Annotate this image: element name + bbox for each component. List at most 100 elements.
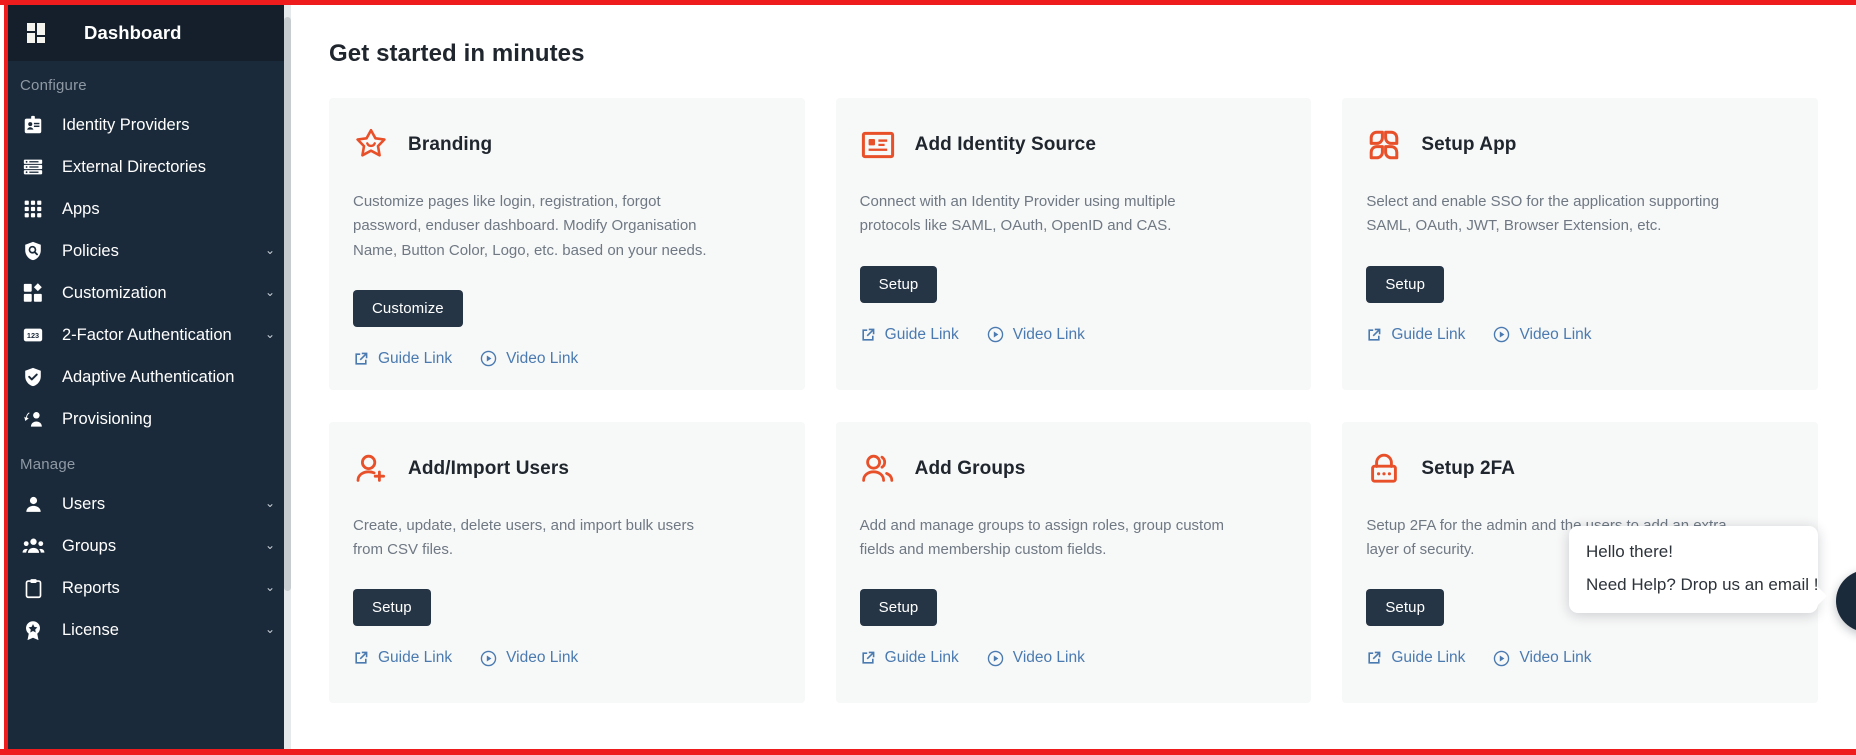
play-circle-icon [1493,650,1510,667]
setup-button[interactable]: Setup [353,589,431,627]
card-description: Add and manage groups to assign roles, g… [859,516,1225,559]
star-icon [353,127,389,163]
chat-greeting-line: Hello there! [1586,542,1673,561]
sidebar-item-label: Reports [62,578,120,597]
chat-prompt-line: Need Help? Drop us an email ! [1586,575,1819,594]
card-links: Guide Link Video Link [353,649,781,667]
card-links: Guide Link Video Link [353,350,781,368]
card-links: Guide Link Video Link [1366,649,1794,667]
sidebar-scrollbar-track[interactable] [284,5,291,749]
external-link-icon [353,650,369,666]
shield-search-icon [20,238,46,264]
play-circle-icon [480,650,497,667]
sidebar-item-label: License [62,620,119,639]
chevron-down-icon: ⌄ [264,327,275,341]
chevron-down-icon: ⌄ [264,243,275,257]
guide-link-label: Guide Link [1391,649,1466,667]
external-link-icon [860,327,876,343]
shield-check-icon [20,364,46,390]
sidebar-item-label: Apps [62,199,100,218]
chat-greeting-bubble[interactable]: Hello there! Need Help? Drop us an email… [1569,526,1827,613]
video-link-label: Video Link [506,349,579,367]
card-links: Guide Link Video Link [860,649,1288,667]
user-icon [20,491,46,517]
card-branding[interactable]: Branding Customize pages like login, reg… [329,98,805,390]
video-link[interactable]: Video Link [987,649,1085,667]
card-add-import-users[interactable]: Add/Import Users Create, update, delete … [329,421,805,703]
provisioning-icon [20,406,46,432]
setup-button[interactable]: Setup [859,265,938,303]
guide-link[interactable]: Guide Link [860,326,959,344]
card-links: Guide Link Video Link [860,326,1288,344]
sidebar-item-policies[interactable]: Policies ⌄ [8,230,291,272]
sidebar-section-manage: Manage [20,456,76,473]
card-title: Add Groups [914,457,1026,479]
sidebar-item-adaptive-authentication[interactable]: Adaptive Authentication [8,356,291,398]
card-header: Add Groups [860,451,1288,487]
chevron-down-icon: ⌄ [264,285,275,299]
sidebar-scrollbar-thumb[interactable] [284,17,291,591]
external-link-icon [1366,327,1382,343]
video-link[interactable]: Video Link [1493,649,1592,667]
card-header: Setup 2FA [1366,451,1794,487]
sidebar-item-groups[interactable]: Groups ⌄ [8,525,291,567]
guide-link[interactable]: Guide Link [353,649,452,667]
card-add-groups[interactable]: Add Groups Add and manage groups to assi… [835,421,1312,703]
sidebar-item-label: 2-Factor Authentication [62,325,232,344]
video-link-label: Video Link [506,649,579,667]
card-description: Select and enable SSO for the applicatio… [1366,193,1720,235]
guide-link[interactable]: Guide Link [860,649,959,667]
card-links: Guide Link Video Link [1366,326,1794,344]
video-link[interactable]: Video Link [1493,325,1592,344]
card-description: Connect with an Identity Provider using … [859,193,1176,235]
sidebar-item-customization[interactable]: Customization ⌄ [8,272,291,314]
sidebar-header-dashboard[interactable]: Dashboard [8,5,291,61]
sidebar-item-license[interactable]: License ⌄ [8,609,291,651]
guide-link[interactable]: Guide Link [1366,649,1465,667]
guide-link-label: Guide Link [378,649,453,667]
video-link-label: Video Link [1519,649,1592,667]
card-header: Add/Import Users [353,451,781,487]
clipboard-icon [20,575,46,601]
numeric-123-icon: 123 [20,322,46,348]
guide-link[interactable]: Guide Link [353,350,452,368]
sidebar-item-identity-providers[interactable]: Identity Providers [8,104,291,146]
server-list-icon [20,154,46,180]
sidebar-item-label: Groups [62,536,117,555]
external-link-icon [353,351,369,367]
lock-icon [1366,451,1402,487]
apps-grid-icon [20,196,46,222]
main-content: Get started in minutes Branding Customiz… [291,5,1856,749]
play-circle-icon [987,650,1004,667]
card-title: Setup 2FA [1421,457,1516,479]
identity-card-icon [860,127,896,163]
video-link[interactable]: Video Link [480,649,578,667]
card-add-identity-source[interactable]: Add Identity Source Connect with an Iden… [835,98,1312,390]
customize-button[interactable]: Customize [353,289,463,327]
setup-button[interactable]: Setup [1366,589,1445,627]
play-circle-icon [987,326,1004,343]
sidebar-item-users[interactable]: Users ⌄ [8,483,291,525]
sidebar-item-reports[interactable]: Reports ⌄ [8,567,291,609]
customization-icon [20,280,46,306]
sidebar-item-provisioning[interactable]: Provisioning [8,398,291,440]
video-link-label: Video Link [1012,325,1085,343]
card-setup-app[interactable]: Setup App Select and enable SSO for the … [1342,98,1818,390]
app-petals-icon [1366,127,1402,163]
guide-link-label: Guide Link [884,649,959,667]
video-link[interactable]: Video Link [987,326,1085,344]
video-link[interactable]: Video Link [480,350,578,368]
external-link-icon [860,650,876,666]
setup-button[interactable]: Setup [859,589,938,627]
setup-button[interactable]: Setup [1366,265,1445,303]
sidebar: Dashboard Configure Identity Providers E… [4,5,291,749]
guide-link[interactable]: Guide Link [1366,326,1465,344]
video-link-label: Video Link [1519,325,1592,343]
chevron-down-icon: ⌄ [264,496,275,510]
sidebar-item-external-directories[interactable]: External Directories [8,146,291,188]
sidebar-item-label: Customization [62,283,167,302]
users-group-icon [860,451,896,487]
guide-link-label: Guide Link [884,325,959,343]
sidebar-item-2fa[interactable]: 123 2-Factor Authentication ⌄ [8,314,291,356]
sidebar-item-apps[interactable]: Apps [8,188,291,230]
